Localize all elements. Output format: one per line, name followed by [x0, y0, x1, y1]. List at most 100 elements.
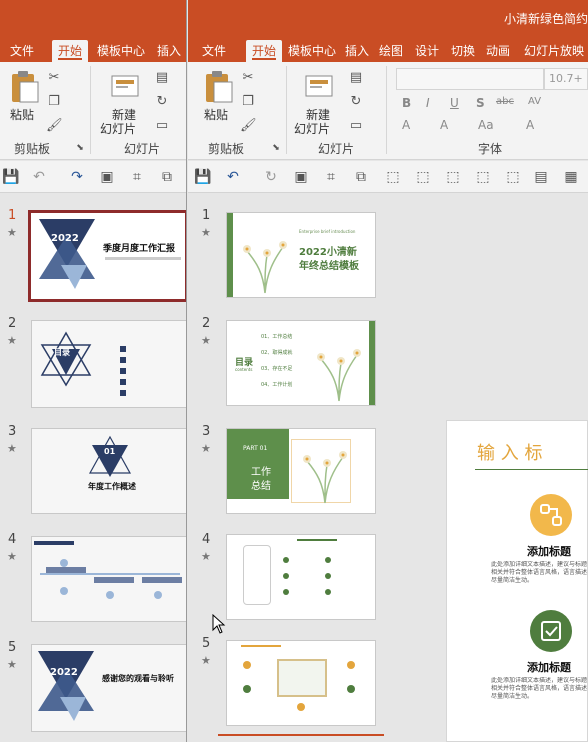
tab-design[interactable]: 设计 [412, 40, 442, 62]
save-icon[interactable]: 💾 [194, 169, 212, 185]
toc-item: 02、取得成就 [261, 350, 293, 356]
slide-heading[interactable]: 输 入 标 [477, 439, 542, 465]
arrange-icon[interactable]: ⬚ [414, 169, 432, 185]
undo-icon[interactable]: ↶ [224, 169, 242, 185]
slide-thumbnail[interactable] [226, 640, 376, 726]
slide-thumbnail[interactable]: 目录 contents 01、工作总结 02、取得成就 03、存在不足 04、工… [226, 320, 376, 406]
toc-list [120, 337, 170, 396]
paste-icon[interactable] [204, 70, 234, 104]
new-slide-icon[interactable] [110, 72, 142, 100]
slide-thumbnail[interactable] [226, 534, 376, 620]
bold-button[interactable]: B [402, 96, 411, 110]
redo-icon[interactable]: ↻ [262, 169, 280, 185]
shadow-button[interactable]: S [476, 96, 485, 110]
section-icon[interactable]: ▭ [154, 118, 170, 134]
paste-icon[interactable] [10, 70, 40, 104]
new-slide-icon[interactable] [304, 72, 336, 100]
slide-badge: 01 [104, 447, 116, 456]
tab-template-center[interactable]: 模板中心 [284, 40, 340, 62]
slide-subtitle: Enterprise brief introduction [299, 229, 356, 234]
present-icon[interactable]: ▣ [292, 169, 310, 185]
align-icon[interactable]: ⧉ [352, 169, 370, 185]
tab-home[interactable]: 开始 [52, 40, 88, 62]
increase-font-button[interactable]: A [526, 118, 534, 132]
animation-star-icon: ★ [201, 550, 211, 563]
group-icon[interactable]: ⬚ [384, 169, 402, 185]
char-spacing-button[interactable]: AV [528, 96, 541, 107]
tab-file[interactable]: 文件 [196, 40, 232, 62]
strikethrough-button[interactable]: abc [496, 96, 514, 107]
slide-thumbnail-pane: 1 ★ 2022 季度月度工作汇报 2 ★ 目录 3 ★ 01 年度工作概述 4… [0, 194, 186, 742]
new-slide-label-2[interactable]: 幻灯片 [294, 120, 330, 137]
slide-title-2: 总结 [251, 481, 271, 492]
slide-number: 2 [8, 316, 17, 331]
crop-icon[interactable]: ⌗ [128, 169, 146, 185]
save-icon[interactable]: 💾 [2, 169, 20, 185]
table-icon[interactable]: ▦ [562, 169, 580, 185]
font-group-label: 字体 [478, 142, 503, 156]
tab-home[interactable]: 开始 [246, 40, 282, 62]
tab-transitions[interactable]: 切换 [448, 40, 478, 62]
resize-icon[interactable]: ⬚ [504, 169, 522, 185]
format-painter-icon[interactable]: 🖌 [46, 118, 63, 134]
tab-file[interactable]: 文件 [4, 40, 40, 62]
font-color-button[interactable]: A [440, 118, 448, 132]
copy-icon[interactable]: ❐ [46, 94, 62, 110]
select-icon[interactable]: ⬚ [444, 169, 462, 185]
font-size-combobox[interactable]: 10.7+ [544, 68, 588, 90]
copy-icon[interactable]: ❐ [240, 94, 256, 110]
format-painter-icon[interactable]: 🖌 [240, 118, 257, 134]
new-slide-label-2[interactable]: 幻灯片 [100, 120, 136, 137]
tab-insert[interactable]: 插入 [152, 40, 186, 62]
text-highlight-button[interactable]: A [402, 118, 410, 132]
current-slide[interactable]: 输 入 标 添加标题 此处添加详细文本描述，建议与标题相关并符合整体语言风格，语… [446, 420, 588, 742]
change-case-button[interactable]: Aa [478, 118, 494, 132]
slide-title: 感谢您的观看与聆听 [102, 674, 174, 683]
cut-icon[interactable]: ✂ [46, 70, 62, 86]
star-graphic [88, 435, 132, 477]
underline-button[interactable]: U [450, 96, 459, 110]
slide-thumbnail[interactable]: 目录 [31, 320, 186, 408]
align-icon[interactable]: ⧉ [158, 169, 176, 185]
slide-thumbnail[interactable]: PART 01 工作 总结 [226, 428, 376, 514]
animation-star-icon: ★ [201, 226, 211, 239]
slide-number: 4 [202, 532, 211, 547]
crop-icon[interactable]: ⌗ [322, 169, 340, 185]
font-name-combobox[interactable] [396, 68, 544, 90]
tab-draw[interactable]: 绘图 [376, 40, 406, 62]
tab-template-center[interactable]: 模板中心 [92, 40, 150, 62]
paste-button[interactable]: 粘贴 [204, 106, 228, 123]
italic-button[interactable]: I [426, 96, 430, 110]
slide-thumbnail[interactable] [31, 536, 186, 622]
animation-star-icon: ★ [7, 658, 17, 671]
slide-thumbnail[interactable]: 01 年度工作概述 [31, 428, 186, 514]
cut-icon[interactable]: ✂ [240, 70, 256, 86]
present-icon[interactable]: ▣ [98, 169, 116, 185]
shape-icon[interactable]: ⬚ [474, 169, 492, 185]
slide-thumbnail[interactable]: 2022 感谢您的观看与聆听 [31, 644, 186, 732]
item-body[interactable]: 此处添加详细文本描述，建议与标题相关并符合整体语言风格，语言描述尽量简洁生动。 [491, 677, 587, 701]
slide-thumbnail[interactable]: Enterprise brief introduction 2022小清新 年终… [226, 212, 376, 298]
presenter-icon[interactable]: ▤ [532, 169, 550, 185]
dialog-launcher-icon[interactable]: ⬊ [72, 140, 88, 156]
item-title[interactable]: 添加标题 [527, 659, 571, 675]
layout-icon[interactable]: ▤ [154, 70, 170, 86]
tab-insert[interactable]: 插入 [342, 40, 372, 62]
item-body[interactable]: 此处添加详细文本描述，建议与标题相关并符合整体语言风格，语言描述尽量简洁生动。 [491, 561, 587, 585]
reset-icon[interactable]: ↻ [348, 94, 364, 110]
item-title[interactable]: 添加标题 [527, 543, 571, 559]
undo-icon[interactable]: ↶ [30, 169, 48, 185]
slide-thumbnail[interactable]: 2022 季度月度工作汇报 [28, 210, 186, 302]
slide-number: 5 [8, 640, 17, 655]
section-icon[interactable]: ▭ [348, 118, 364, 134]
paste-button[interactable]: 粘贴 [10, 106, 34, 123]
slide-number: 3 [8, 424, 17, 439]
redo-icon[interactable]: ↷ [68, 169, 86, 185]
dialog-launcher-icon[interactable]: ⬊ [268, 140, 284, 156]
mouse-cursor-icon [212, 614, 226, 634]
reset-icon[interactable]: ↻ [154, 94, 170, 110]
tab-slide-show[interactable]: 幻灯片放映 [520, 40, 588, 62]
tab-animations[interactable]: 动画 [483, 40, 513, 62]
layout-icon[interactable]: ▤ [348, 70, 364, 86]
group-divider [90, 66, 91, 154]
